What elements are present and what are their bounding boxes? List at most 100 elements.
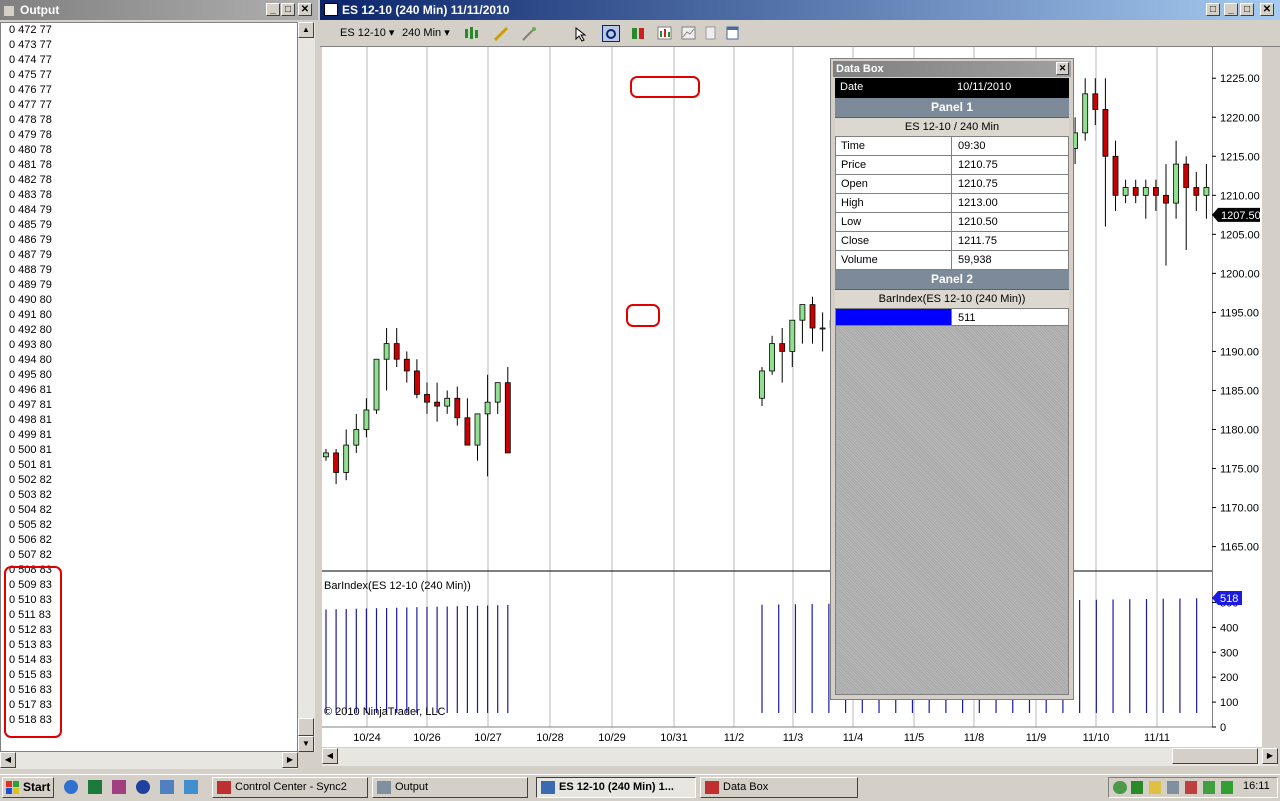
highlight-annotation	[626, 304, 660, 327]
tray-icon[interactable]	[1149, 781, 1161, 794]
panel2-series: BarIndex(ES 12-10 (240 Min))	[835, 290, 1069, 309]
maximize-button[interactable]: □	[1240, 3, 1254, 16]
output-line: 0 476 77	[9, 84, 52, 96]
output-line: 0 507 82	[9, 549, 52, 561]
candle-body	[799, 304, 806, 321]
media-player-icon[interactable]	[136, 780, 150, 794]
data-box-icon[interactable]	[602, 25, 620, 42]
x-tick-label: 11/4	[843, 732, 864, 744]
data-box-value: 1210.50	[958, 216, 998, 228]
system-tray: 16:11	[1108, 777, 1278, 798]
output-line: 0 487 79	[9, 249, 52, 261]
y-tick-label: 1175.00	[1220, 464, 1259, 476]
scroll-up-icon[interactable]: ▲	[298, 22, 314, 38]
crosshair-cursor-icon[interactable]	[572, 25, 590, 42]
candle-body	[1122, 187, 1129, 196]
close-button[interactable]: ✕	[1260, 3, 1274, 16]
tray-icon[interactable]	[1185, 781, 1197, 794]
taskbar-button-label: Data Box	[723, 781, 769, 793]
output-line: 0 501 81	[9, 459, 52, 471]
indicators-icon[interactable]	[680, 25, 698, 42]
minimize-button[interactable]: _	[266, 3, 280, 16]
y-tick-label: 1215.00	[1220, 151, 1260, 163]
tray-icon[interactable]	[1203, 781, 1215, 794]
highlight-annotation	[4, 566, 62, 738]
chart-horizontal-scrollbar[interactable]: ◀ ▶	[322, 748, 1278, 766]
taskbar-button-label: Control Center - Sync2	[235, 781, 347, 793]
data-box-row: Close 1211.75	[835, 232, 1069, 251]
scroll-left-icon[interactable]: ◀	[0, 752, 16, 768]
x-tick-label: 10/24	[353, 732, 381, 744]
chart-titlebar[interactable]: ES 12-10 (240 Min) 11/11/2010	[320, 0, 1280, 20]
date-value: 10/11/2010	[957, 81, 1012, 93]
chart-toolbar: ES 12-10 ▾ 240 Min ▾	[320, 22, 1280, 47]
output-line: 0 502 82	[9, 474, 52, 486]
tray-icon[interactable]	[1113, 781, 1127, 794]
paint-icon[interactable]	[112, 780, 126, 794]
output-line: 0 485 79	[9, 219, 52, 231]
candle-body	[414, 370, 420, 395]
output-line: 0 495 80	[9, 369, 52, 381]
y-tick-label: 300	[1220, 647, 1238, 659]
tray-icon[interactable]	[1131, 781, 1143, 794]
output-line: 0 479 78	[9, 129, 52, 141]
x-tick-label: 11/11	[1144, 732, 1170, 744]
drawing-tool-icon[interactable]	[492, 25, 510, 42]
output-line: 0 492 80	[9, 324, 52, 336]
chart-properties-icon[interactable]	[724, 25, 742, 42]
data-box-key: Price	[836, 156, 952, 174]
chart-trader-icon[interactable]	[630, 25, 648, 42]
minimize-button[interactable]: _	[1224, 3, 1238, 16]
data-box-window: Data Box ✕ Date 10/11/2010 Panel 1 ES 12…	[830, 58, 1074, 700]
candle-body	[353, 429, 360, 446]
network-icon[interactable]	[1221, 781, 1233, 794]
data-box-key: Volume	[836, 251, 952, 269]
app-icon[interactable]	[160, 780, 174, 794]
candle-body	[464, 417, 471, 446]
instrument-selector[interactable]: ES 12-10 ▾	[340, 26, 394, 39]
scroll-right-icon[interactable]: ▶	[1262, 748, 1278, 764]
y-tick-label: 1190.00	[1220, 346, 1259, 358]
scroll-down-icon[interactable]: ▼	[298, 736, 314, 752]
spreadsheet-icon[interactable]	[88, 780, 102, 794]
start-button[interactable]: Start	[2, 777, 54, 798]
properties-icon[interactable]	[702, 25, 720, 42]
chart-vertical-scrollbar[interactable]	[1262, 47, 1279, 747]
data-box-titlebar[interactable]: Data Box ✕	[833, 61, 1071, 77]
magic-wand-icon[interactable]	[520, 25, 538, 42]
browser-icon[interactable]	[64, 780, 78, 794]
scroll-thumb[interactable]	[298, 718, 314, 736]
data-box-close-button[interactable]: ✕	[1056, 62, 1069, 75]
tray-icon[interactable]	[1167, 781, 1179, 794]
strategies-icon[interactable]	[656, 25, 674, 42]
candle-body	[454, 397, 461, 419]
scroll-right-icon[interactable]: ▶	[282, 752, 298, 768]
close-button[interactable]: ✕	[298, 3, 312, 16]
taskbar-button[interactable]: Control Center - Sync2	[212, 777, 368, 798]
output-line: 0 491 80	[9, 309, 52, 321]
candle-body	[759, 370, 765, 399]
bar-type-icon[interactable]	[462, 25, 480, 42]
taskbar-button[interactable]: Data Box	[700, 777, 858, 798]
data-box-key: Open	[836, 175, 952, 193]
output-title: Output	[20, 3, 60, 17]
clock[interactable]: 16:11	[1243, 780, 1270, 792]
maximize-button[interactable]: □	[281, 3, 295, 16]
app-icon[interactable]	[184, 780, 198, 794]
chart-window: ES 12-10 (240 Min) 11/11/2010 □ _ □ ✕ ES…	[320, 0, 1280, 770]
x-tick-label: 11/9	[1026, 732, 1047, 744]
scroll-thumb[interactable]	[1172, 748, 1258, 764]
chart-plot-area[interactable]: 10/24 10/26 10/27 10/28 10/29 10/31 11/2 11/3 11…	[322, 47, 1240, 747]
scroll-left-icon[interactable]: ◀	[322, 748, 338, 764]
output-vertical-scrollbar[interactable]: ▲ ▼	[298, 22, 315, 752]
period-selector[interactable]: 240 Min ▾	[402, 26, 450, 39]
data-box-value: 1210.75	[958, 178, 998, 190]
taskbar-button[interactable]: Output	[372, 777, 528, 798]
output-horizontal-scrollbar[interactable]: ◀ ▶	[0, 752, 298, 769]
data-box-empty-area	[835, 325, 1069, 695]
restore-down-button[interactable]: □	[1206, 3, 1220, 16]
candle-body	[1082, 93, 1089, 134]
candle-body	[393, 343, 400, 360]
output-line: 0 475 77	[9, 69, 52, 81]
taskbar-button[interactable]: ES 12-10 (240 Min) 1...	[536, 777, 696, 798]
